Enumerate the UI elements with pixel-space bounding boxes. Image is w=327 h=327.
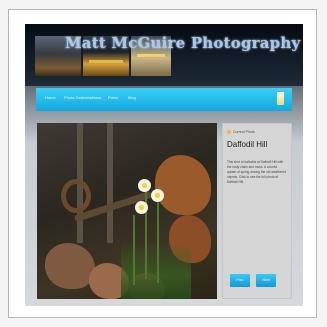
fence-post [107, 123, 113, 243]
site-logo[interactable]: Matt McGuire Photography [65, 34, 300, 52]
photo-description: This shot of daffodils at Daffodil Hill … [227, 160, 287, 184]
featured-photo[interactable] [37, 123, 217, 299]
panel-label-text: Current Photo [233, 130, 255, 134]
bridge-light [89, 60, 123, 63]
nav-item-photo-galleries[interactable]: Photo Galleries [64, 95, 91, 100]
main-navigation: Home Photo Galleries About Prints Blog [36, 88, 292, 111]
prev-button[interactable]: Prev [230, 274, 250, 287]
panel-label: Current Photo [227, 130, 255, 135]
star-icon [227, 130, 231, 135]
photo-info-panel: Current Photo Daffodil Hill This shot of… [222, 123, 292, 299]
photo-title: Daffodil Hill [227, 140, 268, 149]
nav-item-home[interactable]: Home [45, 95, 56, 100]
header-banner: Matt McGuire Photography [25, 24, 303, 86]
nav-item-about[interactable]: About [91, 95, 101, 100]
grass [121, 241, 191, 299]
daffodil-flower [135, 201, 148, 214]
flower-stem [133, 215, 135, 285]
nav-item-blog[interactable]: Blog [128, 95, 136, 100]
daffodil-flower [138, 179, 151, 192]
rock [155, 155, 211, 215]
rusty-chain-ring [61, 179, 91, 213]
website-preview[interactable]: Matt McGuire Photography Home Photo Gall… [25, 24, 303, 306]
flower-stem [157, 199, 159, 283]
next-button[interactable]: Next [256, 274, 276, 287]
tram-light [137, 54, 165, 57]
menu-icon[interactable] [277, 92, 284, 105]
nav-item-prints[interactable]: Prints [108, 95, 118, 100]
rock [45, 243, 95, 289]
daffodil-flower [151, 189, 164, 202]
